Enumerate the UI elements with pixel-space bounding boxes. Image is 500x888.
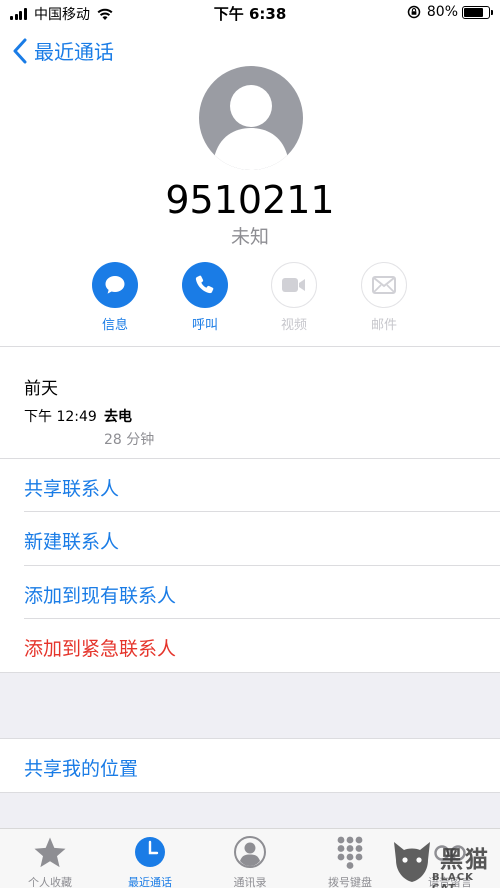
share-contact-button[interactable]: 共享联系人: [24, 474, 119, 501]
chevron-left-icon: [13, 38, 27, 63]
tab-label: 通讯录: [233, 876, 267, 888]
divider: [24, 511, 500, 512]
message-action[interactable]: 信息: [80, 262, 150, 333]
star-icon: [34, 837, 66, 868]
tab-label: 拨号键盘: [328, 876, 372, 888]
clock-icon: [135, 837, 165, 867]
cat-logo-icon: [394, 842, 430, 882]
tab-favorites[interactable]: 个人收藏: [0, 835, 100, 888]
call-action[interactable]: 呼叫: [170, 262, 240, 333]
phone-icon: [195, 275, 214, 294]
video-button: [271, 262, 317, 308]
watermark: 黑猫 BLACK CAT: [386, 836, 490, 888]
contacts-icon: [234, 836, 266, 868]
battery-icon: [462, 5, 493, 19]
contact-label: 未知: [230, 226, 269, 248]
mail-action: 邮件: [349, 262, 419, 333]
watermark-text: 黑猫: [440, 847, 490, 873]
divider: [0, 346, 500, 347]
status-right: 80%: [407, 4, 493, 20]
divider: [0, 458, 500, 459]
add-to-emergency-contact-button[interactable]: 添加到紧急联系人: [24, 634, 176, 661]
keypad-icon: [337, 836, 363, 869]
section-separator: [0, 792, 500, 828]
message-icon: [105, 276, 125, 294]
tab-keypad[interactable]: 拨号键盘: [300, 835, 400, 888]
call-button[interactable]: [182, 262, 228, 308]
section-separator: [0, 672, 500, 739]
status-bar: 中国移动 下午 6:38 80%: [0, 0, 500, 26]
tab-label: 个人收藏: [28, 876, 72, 888]
tab-contacts[interactable]: 通讯录: [200, 835, 300, 888]
phone-number: 9510211: [165, 178, 335, 222]
video-action: 视频: [259, 262, 329, 333]
back-label: 最近通话: [34, 40, 114, 64]
rotation-lock-icon: [407, 5, 421, 19]
avatar: [199, 66, 303, 170]
video-label: 视频: [280, 318, 307, 333]
tab-recents[interactable]: 最近通话: [100, 835, 200, 888]
battery-level: [464, 7, 484, 17]
battery-percent: 80%: [426, 4, 458, 20]
call-label: 呼叫: [191, 318, 218, 333]
video-icon: [282, 278, 305, 292]
divider: [24, 565, 500, 566]
tab-label: 最近通话: [128, 876, 172, 888]
message-label: 信息: [101, 318, 128, 333]
divider: [24, 618, 500, 619]
share-location-button[interactable]: 共享我的位置: [24, 754, 138, 781]
recent-call-type: 去电: [104, 409, 132, 425]
mail-button: [361, 262, 407, 308]
mail-icon: [372, 276, 396, 294]
recent-time: 下午 12:49: [24, 409, 97, 425]
new-contact-button[interactable]: 新建联系人: [24, 527, 119, 554]
recent-day: 前天: [24, 379, 58, 399]
mail-label: 邮件: [370, 318, 397, 333]
message-button[interactable]: [92, 262, 138, 308]
watermark-subtext: BLACK CAT: [432, 872, 474, 888]
recent-duration: 28 分钟: [104, 432, 155, 448]
person-silhouette-icon: [214, 85, 288, 170]
add-to-existing-contact-button[interactable]: 添加到现有联系人: [24, 581, 176, 608]
back-button[interactable]: 最近通话: [12, 36, 114, 65]
